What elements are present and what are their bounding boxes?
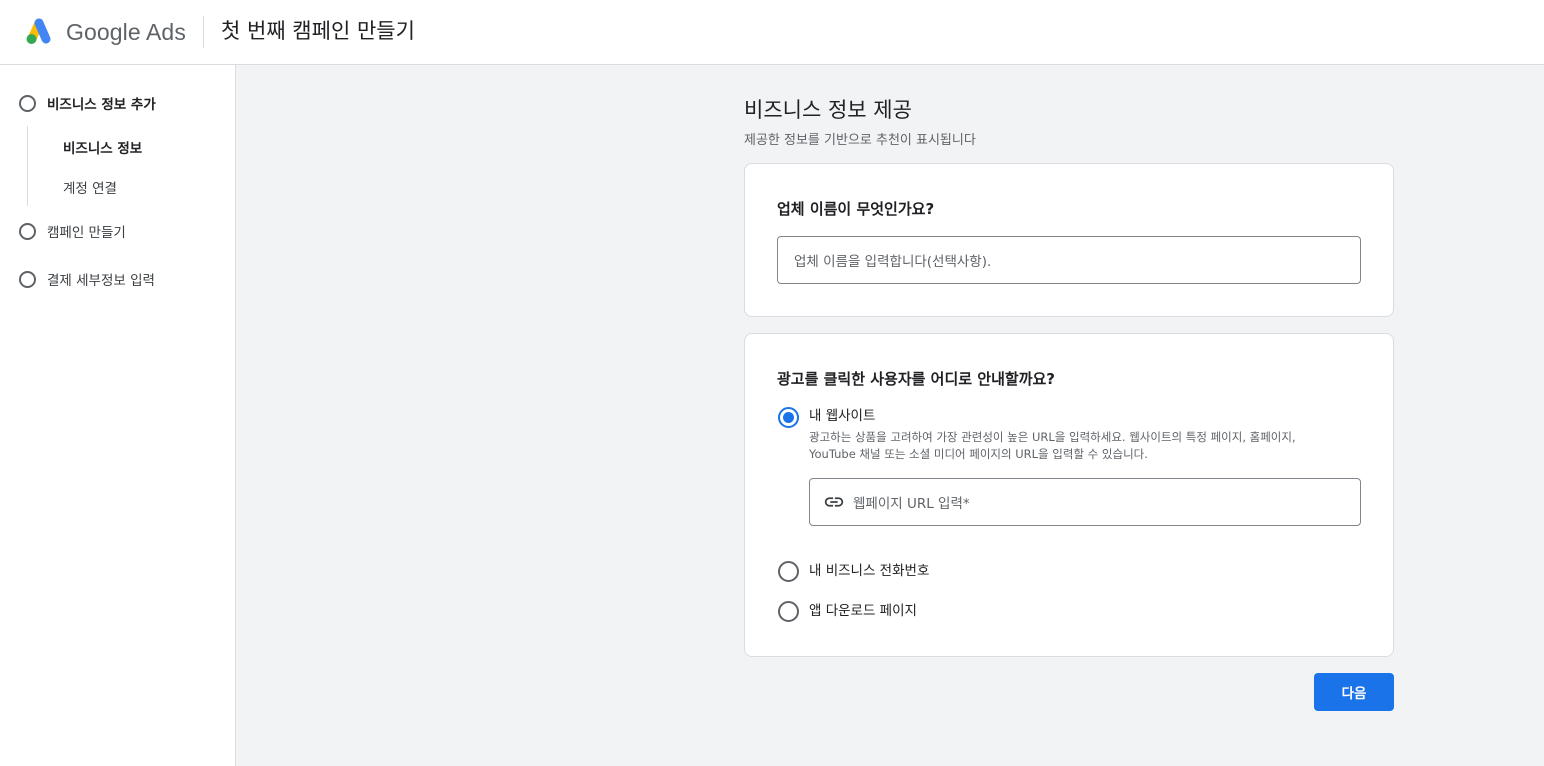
radio-website[interactable] <box>778 407 799 428</box>
step-billing-info[interactable]: 결제 세부정보 입력 <box>19 269 155 289</box>
step-create-campaign[interactable]: 캠페인 만들기 <box>19 221 126 241</box>
business-name-card: 업체 이름이 무엇인가요? 업체 이름을 입력합니다(선택사항). <box>744 163 1394 317</box>
destination-card: 광고를 클릭한 사용자를 어디로 안내할까요? 내 웹사이트 광고하는 상품을 … <box>744 333 1394 657</box>
step-label: 캠페인 만들기 <box>47 225 126 241</box>
section-title: 비즈니스 정보 제공 <box>744 98 912 122</box>
step-label: 비즈니스 정보 추가 <box>47 97 156 113</box>
google-ads-logo-icon[interactable] <box>23 16 55 46</box>
radio-app-download[interactable] <box>778 601 799 622</box>
option-phone-label: 내 비즈니스 전화번호 <box>809 563 930 579</box>
website-description: 광고하는 상품을 고려하여 가장 관련성이 높은 URL을 입력하세요. 웹사이… <box>809 429 1369 462</box>
substep-connector-line <box>27 126 28 206</box>
business-name-input[interactable]: 업체 이름을 입력합니다(선택사항). <box>777 236 1361 284</box>
website-url-input[interactable]: 웹페이지 URL 입력* <box>809 478 1361 526</box>
option-phone[interactable]: 내 비즈니스 전화번호 <box>778 561 929 582</box>
step-circle-icon <box>19 222 36 240</box>
step-circle-icon <box>19 94 36 112</box>
website-description-line-1: 광고하는 상품을 고려하여 가장 관련성이 높은 URL을 입력하세요. 웹사이… <box>809 430 1296 444</box>
website-url-placeholder: 웹페이지 URL 입력* <box>853 496 970 512</box>
link-icon <box>824 497 844 507</box>
option-app-download[interactable]: 앱 다운로드 페이지 <box>778 601 917 622</box>
step-add-business-info[interactable]: 비즈니스 정보 추가 <box>19 93 156 113</box>
option-app-download-label: 앱 다운로드 페이지 <box>809 603 917 619</box>
brand-name: Google Ads <box>66 19 186 45</box>
radio-phone[interactable] <box>778 561 799 582</box>
destination-question: 광고를 클릭한 사용자를 어디로 안내할까요? <box>777 370 1055 388</box>
header-divider <box>203 16 204 48</box>
step-label: 결제 세부정보 입력 <box>47 273 155 289</box>
section-subtitle: 제공한 정보를 기반으로 추천이 표시됩니다 <box>744 133 976 148</box>
business-name-placeholder: 업체 이름을 입력합니다(선택사항). <box>794 254 992 270</box>
main-content: 비즈니스 정보 제공 제공한 정보를 기반으로 추천이 표시됩니다 업체 이름이… <box>236 65 1544 766</box>
substep-link-account[interactable]: 계정 연결 <box>63 177 117 197</box>
next-button[interactable]: 다음 <box>1314 673 1394 711</box>
progress-sidebar: 비즈니스 정보 추가 비즈니스 정보 계정 연결 캠페인 만들기 결제 세부정보… <box>0 65 236 766</box>
option-website[interactable]: 내 웹사이트 <box>778 407 875 428</box>
option-website-label: 내 웹사이트 <box>809 408 876 424</box>
business-name-question: 업체 이름이 무엇인가요? <box>777 200 935 218</box>
page-header-title: 첫 번째 캠페인 만들기 <box>221 19 415 43</box>
step-circle-icon <box>19 270 36 288</box>
top-header: Google Ads 첫 번째 캠페인 만들기 <box>0 0 1544 65</box>
substep-business-info[interactable]: 비즈니스 정보 <box>63 137 142 157</box>
website-description-line-2: YouTube 채널 또는 소셜 미디어 페이지의 URL을 입력할 수 있습니… <box>809 446 1148 461</box>
